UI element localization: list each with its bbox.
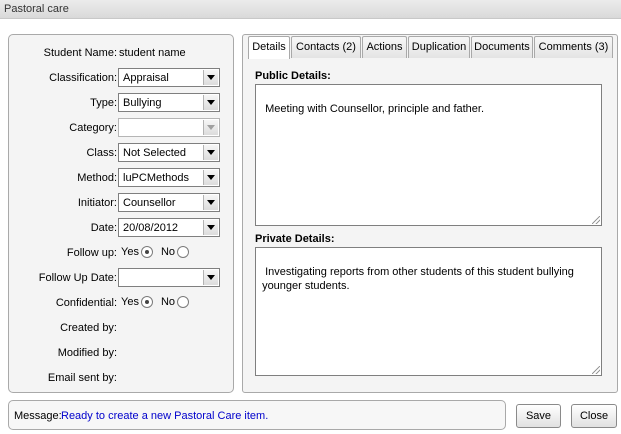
- class-value: Not Selected: [123, 147, 186, 159]
- type-row: Type: Bullying: [9, 93, 235, 113]
- initiator-value: Counsellor: [123, 197, 176, 209]
- private-details-textarea[interactable]: Investigating reports from other student…: [255, 247, 602, 376]
- public-details-textarea[interactable]: Meeting with Counsellor, principle and f…: [255, 84, 602, 226]
- follow-up-no-radio[interactable]: [177, 246, 190, 259]
- confidential-yes-radio[interactable]: [140, 296, 153, 309]
- classification-label: Classification:: [49, 72, 117, 84]
- tab-documents[interactable]: Documents: [471, 36, 533, 58]
- email-sent-by-row: Email sent by:: [9, 368, 235, 388]
- message-label: Message:: [14, 410, 62, 422]
- student-name-label: Student Name:: [43, 47, 117, 59]
- chevron-down-icon[interactable]: [203, 195, 218, 210]
- chevron-down-icon[interactable]: [203, 145, 218, 160]
- follow-up-label: Follow up:: [66, 247, 117, 259]
- class-select[interactable]: Not Selected: [118, 143, 220, 162]
- confidential-no-label: No: [160, 296, 176, 309]
- classification-select[interactable]: Appraisal: [118, 68, 220, 87]
- initiator-row: Initiator: Counsellor: [9, 193, 235, 213]
- public-details-label: Public Details:: [255, 70, 331, 82]
- modified-by-row: Modified by:: [9, 343, 235, 363]
- chevron-down-icon[interactable]: [203, 95, 218, 110]
- tab-contacts[interactable]: Contacts (2): [291, 36, 361, 58]
- class-label: Class:: [86, 147, 117, 159]
- chevron-down-icon[interactable]: [203, 270, 218, 285]
- category-row: Category:: [9, 118, 235, 138]
- created-by-row: Created by:: [9, 318, 235, 338]
- chevron-down-icon[interactable]: [203, 120, 218, 135]
- modified-by-label: Modified by:: [57, 347, 117, 359]
- follow-up-date-picker[interactable]: [118, 268, 220, 287]
- method-row: Method: luPCMethods: [9, 168, 235, 188]
- category-select[interactable]: [118, 118, 220, 137]
- confidential-radio-group: Yes No: [121, 296, 197, 309]
- message-text: Ready to create a new Pastoral Care item…: [61, 410, 269, 422]
- chevron-down-icon[interactable]: [203, 70, 218, 85]
- email-sent-by-label: Email sent by:: [47, 372, 117, 384]
- classification-value: Appraisal: [123, 72, 169, 84]
- message-bar: Message: Ready to create a new Pastoral …: [8, 400, 506, 430]
- method-value: luPCMethods: [123, 172, 190, 184]
- type-value: Bullying: [123, 97, 162, 109]
- resize-grip-icon[interactable]: [592, 216, 600, 224]
- confidential-row: Confidential: Yes No: [9, 293, 235, 313]
- classification-row: Classification: Appraisal: [9, 68, 235, 88]
- type-select[interactable]: Bullying: [118, 93, 220, 112]
- method-select[interactable]: luPCMethods: [118, 168, 220, 187]
- follow-up-date-label: Follow Up Date:: [38, 272, 117, 284]
- save-button[interactable]: Save: [516, 404, 561, 428]
- type-label: Type:: [90, 97, 117, 109]
- tab-actions[interactable]: Actions: [362, 36, 407, 58]
- follow-up-yes-radio[interactable]: [140, 246, 153, 259]
- initiator-select[interactable]: Counsellor: [118, 193, 220, 212]
- student-info-panel: Student Name: student name Classificatio…: [8, 34, 234, 393]
- date-value: 20/08/2012: [123, 222, 179, 234]
- class-row: Class: Not Selected: [9, 143, 235, 163]
- student-name-value: student name: [119, 47, 186, 59]
- confidential-no-radio[interactable]: [177, 296, 190, 309]
- confidential-label: Confidential:: [55, 297, 117, 309]
- student-name-row: Student Name: student name: [9, 43, 235, 63]
- tab-comments[interactable]: Comments (3): [534, 36, 613, 58]
- window-title: Pastoral care: [0, 0, 621, 19]
- private-details-label: Private Details:: [255, 233, 335, 245]
- initiator-label: Initiator:: [77, 197, 117, 209]
- follow-up-radio-group: Yes No: [121, 246, 197, 259]
- created-by-label: Created by:: [60, 322, 117, 334]
- follow-up-no-label: No: [160, 246, 176, 259]
- follow-up-yes-label: Yes: [121, 246, 139, 259]
- tab-details[interactable]: Details: [248, 36, 290, 59]
- date-label: Date:: [90, 222, 117, 234]
- chevron-down-icon[interactable]: [203, 170, 218, 185]
- category-label: Category:: [69, 122, 117, 134]
- method-label: Method:: [77, 172, 117, 184]
- chevron-down-icon[interactable]: [203, 220, 218, 235]
- public-details-text: Meeting with Counsellor, principle and f…: [265, 103, 485, 115]
- date-row: Date: 20/08/2012: [9, 218, 235, 238]
- private-details-text: Investigating reports from other student…: [262, 266, 574, 292]
- follow-up-date-row: Follow Up Date:: [9, 268, 235, 288]
- date-picker[interactable]: 20/08/2012: [118, 218, 220, 237]
- close-button[interactable]: Close: [571, 404, 617, 428]
- resize-grip-icon[interactable]: [592, 366, 600, 374]
- tab-duplication[interactable]: Duplication: [408, 36, 470, 58]
- confidential-yes-label: Yes: [121, 296, 139, 309]
- follow-up-row: Follow up: Yes No: [9, 243, 235, 263]
